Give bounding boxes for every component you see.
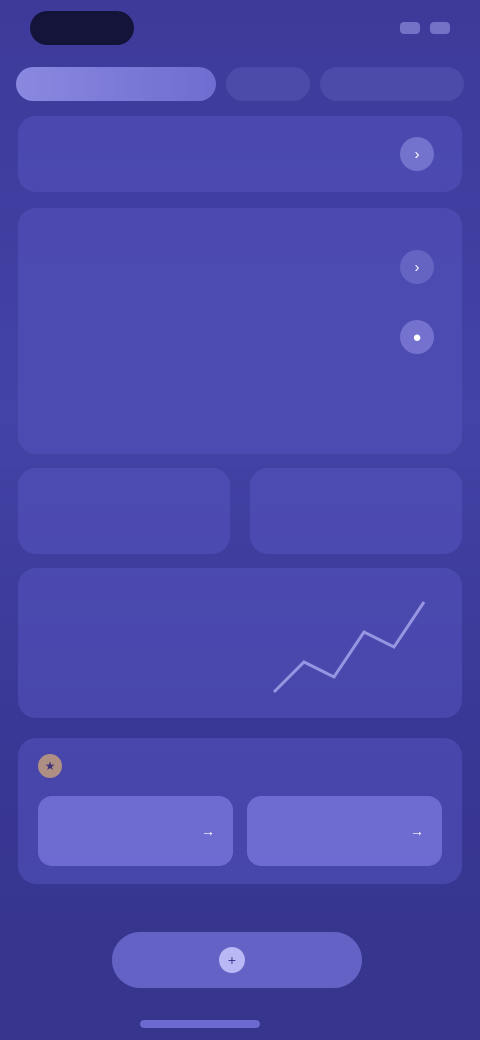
- feature-button-2[interactable]: →: [247, 796, 442, 866]
- battery-icon: [430, 22, 450, 34]
- info-card-left[interactable]: [18, 468, 230, 554]
- tab-bar: [16, 64, 464, 104]
- stats-card: [18, 568, 462, 718]
- settings-card: › ●: [18, 208, 462, 454]
- status-bar: [0, 0, 480, 56]
- toggle-icon[interactable]: ●: [400, 320, 434, 354]
- arrow-right-icon: →: [410, 823, 424, 839]
- signal-icon: [400, 22, 420, 34]
- feature-buttons: → →: [38, 796, 442, 866]
- sparkline-path: [272, 601, 426, 694]
- tab-3[interactable]: [320, 67, 464, 101]
- sparkline: [272, 601, 426, 694]
- settings-row-1[interactable]: ›: [46, 232, 434, 302]
- feature-card: ★ → →: [18, 738, 462, 884]
- star-icon: ★: [38, 754, 62, 778]
- status-icons: [400, 22, 450, 34]
- plus-icon: +: [219, 947, 245, 973]
- arrow-right-icon: →: [201, 823, 215, 839]
- summary-card[interactable]: ›: [18, 116, 462, 192]
- info-card-right[interactable]: [250, 468, 462, 554]
- settings-row-2[interactable]: ●: [46, 302, 434, 372]
- tab-1[interactable]: [16, 67, 216, 101]
- tab-2[interactable]: [226, 67, 310, 101]
- home-indicator[interactable]: [140, 1020, 260, 1028]
- chevron-right-icon[interactable]: ›: [400, 137, 434, 171]
- chevron-right-icon[interactable]: ›: [400, 250, 434, 284]
- primary-action-button[interactable]: +: [112, 932, 362, 988]
- status-pill: [30, 11, 134, 45]
- feature-button-1[interactable]: →: [38, 796, 233, 866]
